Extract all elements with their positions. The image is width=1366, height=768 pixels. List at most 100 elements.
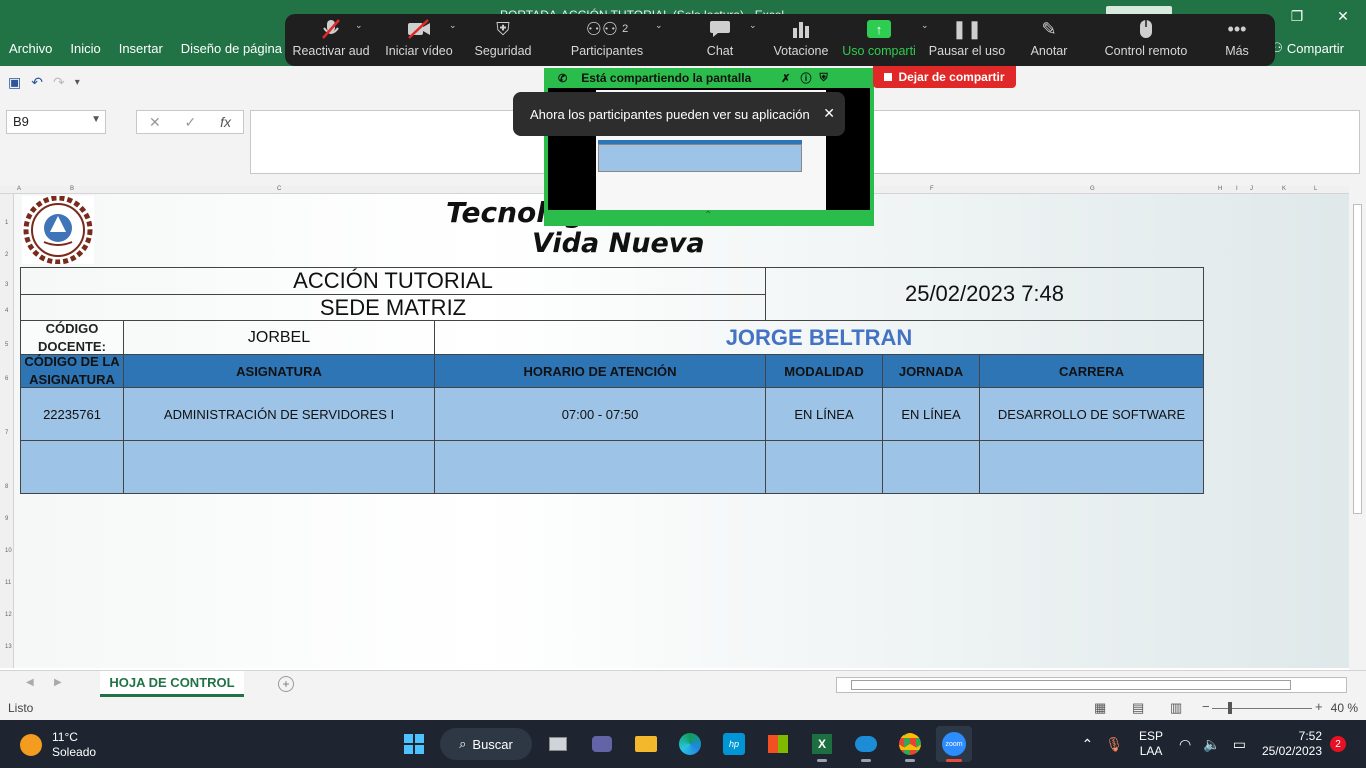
table-cell[interactable]: ADMINISTRACIÓN DE SERVIDORES I <box>123 387 435 441</box>
col-header-l[interactable]: L <box>1314 186 1317 192</box>
col-header-g[interactable]: G <box>1090 186 1095 192</box>
teacher-name-cell[interactable]: JORGE BELTRAN <box>434 320 1204 355</box>
cancel-icon[interactable]: ✕ <box>149 114 161 131</box>
insert-function-icon[interactable]: fx <box>220 114 231 130</box>
customize-qat-icon[interactable]: ▾ <box>75 77 80 88</box>
col-header-b[interactable]: B <box>70 186 74 192</box>
chevron-down-icon[interactable]: ⌄ <box>749 20 757 31</box>
program-cell[interactable]: ACCIÓN TUTORIAL <box>20 267 766 295</box>
page-layout-icon[interactable]: ▤ <box>1132 700 1144 716</box>
volume-icon[interactable]: 🔈 <box>1203 736 1220 753</box>
prev-sheet-icon[interactable]: ◀ <box>26 677 34 688</box>
normal-view-icon[interactable]: ▦ <box>1094 700 1106 716</box>
chevron-down-icon[interactable]: ⌄ <box>355 20 363 31</box>
chat-button[interactable]: ⌄ Chat <box>697 14 757 66</box>
restore-icon[interactable]: ❐ <box>1274 0 1320 32</box>
table-cell[interactable] <box>20 440 124 494</box>
language-indicator[interactable]: ESP LAA <box>1139 729 1163 759</box>
table-cell[interactable]: EN LÍNEA <box>765 387 883 441</box>
store-icon[interactable] <box>760 726 796 762</box>
row-header-9[interactable]: 9 <box>5 516 8 522</box>
task-view-icon[interactable] <box>540 726 576 762</box>
tab-diseno-pagina[interactable]: Diseño de página <box>172 40 291 60</box>
chevron-down-icon[interactable]: ▼ <box>91 114 101 125</box>
col-header-a[interactable]: A <box>17 186 21 192</box>
name-box[interactable]: B9 ▼ <box>6 110 106 134</box>
col-header-f[interactable]: F <box>930 186 934 192</box>
teacher-code-cell[interactable]: JORBEL <box>123 320 435 355</box>
zoom-slider[interactable] <box>1212 708 1312 709</box>
notification-badge[interactable]: 2 <box>1330 736 1346 752</box>
page-break-icon[interactable]: ▥ <box>1170 700 1182 716</box>
start-icon[interactable] <box>396 726 432 762</box>
zoom-app-icon[interactable]: zoom <box>936 726 972 762</box>
table-cell[interactable] <box>123 440 435 494</box>
more-button[interactable]: ••• Más <box>1225 14 1249 66</box>
info-icon[interactable]: ⓘ <box>800 70 811 86</box>
row-header-5[interactable]: 5 <box>5 342 8 348</box>
next-sheet-icon[interactable]: ▶ <box>54 677 62 688</box>
shield-check-icon[interactable]: ⛨ <box>819 72 827 85</box>
row-header-3[interactable]: 3 <box>5 282 8 288</box>
file-explorer-icon[interactable] <box>628 726 664 762</box>
row-header-12[interactable]: 12 <box>5 612 12 618</box>
annotate-button[interactable]: ✎ Anotar <box>1031 14 1068 66</box>
share-button[interactable]: ⚇ Compartir <box>1271 40 1344 56</box>
zoom-slider-thumb[interactable] <box>1228 702 1232 714</box>
header-modalidad[interactable]: MODALIDAD <box>765 354 883 388</box>
col-header-j[interactable]: J <box>1250 186 1253 192</box>
edge-icon[interactable] <box>672 726 708 762</box>
row-header-2[interactable]: 2 <box>5 252 8 258</box>
horizontal-scrollbar[interactable] <box>836 677 1347 693</box>
table-cell[interactable] <box>882 440 980 494</box>
table-cell[interactable]: 07:00 - 07:50 <box>434 387 766 441</box>
save-icon[interactable]: ▣ <box>8 74 21 91</box>
webex-icon[interactable] <box>848 726 884 762</box>
close-window-icon[interactable]: ✕ <box>1320 0 1366 32</box>
header-jornada[interactable]: JORNADA <box>882 354 980 388</box>
col-header-i[interactable]: I <box>1236 186 1238 192</box>
row-header-6[interactable]: 6 <box>5 376 8 382</box>
table-cell[interactable] <box>979 440 1204 494</box>
table-cell[interactable] <box>434 440 766 494</box>
polls-button[interactable]: Votacione <box>773 14 829 66</box>
remote-control-button[interactable]: Control remoto <box>1105 14 1187 66</box>
excel-icon[interactable]: X <box>804 726 840 762</box>
row-header-1[interactable]: 1 <box>5 220 8 226</box>
header-horario[interactable]: HORARIO DE ATENCIÓN <box>434 354 766 388</box>
table-cell[interactable]: 22235761 <box>20 387 124 441</box>
chevron-down-icon[interactable]: ⌄ <box>921 20 929 31</box>
pause-share-button[interactable]: ❚❚ Pausar el uso <box>929 14 1005 66</box>
unmute-button[interactable]: ⌄ Reactivar aud <box>292 14 370 66</box>
hp-icon[interactable]: hp <box>716 726 752 762</box>
vertical-scroll-thumb[interactable] <box>1353 204 1362 514</box>
start-video-button[interactable]: ⌄ Iniciar vídeo <box>385 14 457 66</box>
datetime-cell[interactable]: 25/02/2023 7:48 <box>765 267 1204 321</box>
table-cell[interactable]: EN LÍNEA <box>882 387 980 441</box>
share-screen-button[interactable]: ↑ ⌄ Uso comparti <box>842 14 929 66</box>
chevron-down-icon[interactable]: ⌄ <box>655 20 663 31</box>
chevron-up-icon[interactable]: ⌃ <box>1082 736 1094 753</box>
horizontal-scroll-thumb[interactable] <box>851 680 1291 690</box>
chevron-up-icon[interactable]: ⌃ <box>704 210 712 221</box>
tab-insertar[interactable]: Insertar <box>110 40 172 60</box>
tab-archivo[interactable]: Archivo <box>0 40 61 60</box>
microphone-icon[interactable]: 🎙 <box>1105 736 1123 753</box>
taskbar-search[interactable]: ⌕ Buscar <box>440 728 532 760</box>
enter-icon[interactable]: ✓ <box>185 114 197 131</box>
clock[interactable]: 7:52 25/02/2023 <box>1262 729 1322 759</box>
campus-cell[interactable]: SEDE MATRIZ <box>20 294 766 321</box>
worksheet[interactable]: Tecnológico Vida Nueva ACCIÓN TUTORIAL S… <box>14 194 1349 668</box>
add-sheet-icon[interactable]: + <box>278 676 294 692</box>
row-header-7[interactable]: 7 <box>5 430 8 436</box>
header-carrera[interactable]: CARRERA <box>979 354 1204 388</box>
sharing-banner[interactable]: ✆ Está compartiendo la pantalla ✗ ⓘ ⛨ <box>544 68 874 88</box>
chrome-icon[interactable] <box>892 726 928 762</box>
table-cell[interactable]: DESARROLLO DE SOFTWARE <box>979 387 1204 441</box>
row-header-8[interactable]: 8 <box>5 484 8 490</box>
mic-muted-icon[interactable]: ✗ <box>781 72 790 85</box>
col-header-k[interactable]: K <box>1282 186 1286 192</box>
wifi-icon[interactable]: ◠ <box>1179 736 1191 753</box>
row-header-4[interactable]: 4 <box>5 308 8 314</box>
security-button[interactable]: ⛨ Seguridad <box>473 14 533 66</box>
